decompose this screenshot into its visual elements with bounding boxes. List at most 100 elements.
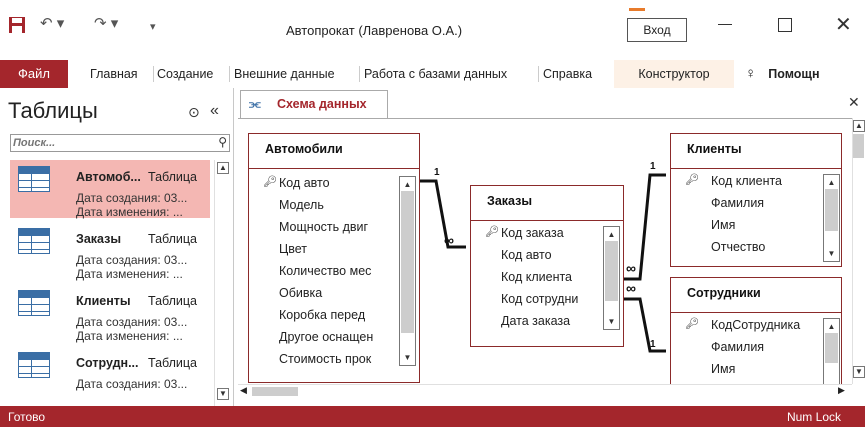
- navigation-pane: Таблицы ⊙ « ⚲ Автомоб... Таблица Дата со…: [0, 88, 234, 406]
- field-item[interactable]: Отчество: [671, 238, 819, 260]
- scroll-left-icon[interactable]: ◀: [240, 385, 247, 396]
- nav-item-staff[interactable]: Сотрудн... Таблица Дата создания: 03...: [10, 346, 210, 404]
- tab-design[interactable]: Конструктор: [614, 60, 734, 88]
- nav-scrollbar[interactable]: ▲ ▼: [214, 160, 231, 406]
- field-item[interactable]: Мощность двиг: [249, 218, 401, 240]
- scroll-down-icon[interactable]: ▼: [605, 315, 618, 328]
- table-icon: [18, 352, 50, 378]
- table-cars[interactable]: Автомобили 🔑︎ Код авто Модель Мощность дв…: [248, 133, 420, 383]
- canvas-horizontal-scrollbar[interactable]: ◀ ▶: [238, 384, 852, 397]
- table-orders[interactable]: Заказы 🔑︎ Код заказа Код авто Код клиента…: [470, 185, 624, 347]
- scroll-up-icon[interactable]: ▲: [853, 120, 865, 132]
- scroll-up-icon[interactable]: ▲: [825, 320, 838, 333]
- tab-database-tools[interactable]: Работа с базами данных: [364, 60, 507, 88]
- field-item[interactable]: Стоимость прок: [249, 350, 401, 372]
- status-text: Готово: [8, 410, 46, 424]
- table-icon: [18, 166, 50, 192]
- field-item[interactable]: Код авто: [471, 246, 601, 268]
- save-icon[interactable]: [8, 16, 26, 34]
- scroll-thumb[interactable]: [825, 333, 838, 363]
- field-name: Обивка: [279, 286, 323, 300]
- field-item[interactable]: Цвет: [249, 240, 401, 262]
- field-item[interactable]: Коробка перед: [249, 306, 401, 328]
- scroll-thumb[interactable]: [853, 134, 864, 158]
- scroll-thumb[interactable]: [401, 191, 414, 333]
- undo-icon[interactable]: ↶ ▾: [40, 15, 64, 33]
- scroll-right-icon[interactable]: ▶: [838, 385, 845, 396]
- title-bar: ↶ ▾ ↷ ▾ ▾ Автопрокат (Лавренова О.А.) Вх…: [0, 0, 865, 60]
- scroll-down-icon[interactable]: ▼: [825, 247, 838, 260]
- table-staff[interactable]: Сотрудники 🔑︎ КодСотрудника Фамилия Имя ▲: [670, 277, 842, 384]
- field-item[interactable]: Код клиента: [471, 268, 601, 290]
- field-item[interactable]: Фамилия: [671, 194, 819, 216]
- field-name: КодСотрудника: [711, 318, 801, 332]
- sign-in-button[interactable]: Вход: [627, 18, 687, 42]
- field-item[interactable]: Обивка: [249, 284, 401, 306]
- field-item[interactable]: 🔑︎ Код авто: [249, 174, 401, 196]
- field-name: Код клиента: [501, 270, 573, 284]
- field-name: Имя: [711, 218, 736, 232]
- field-item[interactable]: Имя: [671, 216, 819, 238]
- search-icon[interactable]: ⚲: [218, 135, 227, 149]
- nav-item-created: Дата создания: 03...: [76, 315, 188, 329]
- field-item[interactable]: Дата заказа: [471, 312, 601, 334]
- tell-me-box[interactable]: ♀ Помощн: [745, 60, 820, 88]
- field-scrollbar[interactable]: ▲: [823, 318, 840, 384]
- field-item[interactable]: Код сотрудни: [471, 290, 601, 312]
- tab-external-data[interactable]: Внешние данные: [234, 60, 335, 88]
- tab-help[interactable]: Справка: [543, 60, 592, 88]
- table-icon: [18, 228, 50, 254]
- scroll-thumb[interactable]: [252, 387, 298, 396]
- field-name: Код заказа: [501, 226, 564, 240]
- nav-item-cars[interactable]: Автомоб... Таблица Дата создания: 03... …: [10, 160, 210, 219]
- scroll-up-icon[interactable]: ▲: [605, 228, 618, 241]
- relation-cars-orders: [420, 179, 466, 249]
- scroll-down-icon[interactable]: ▼: [401, 351, 414, 364]
- tab-separator: [229, 66, 230, 82]
- field-item[interactable]: 🔑︎ Код заказа: [471, 224, 601, 246]
- nav-item-clients[interactable]: Клиенты Таблица Дата создания: 03... Дат…: [10, 284, 210, 343]
- scroll-thumb[interactable]: [605, 241, 618, 301]
- field-item[interactable]: Количество мес: [249, 262, 401, 284]
- search-input[interactable]: [13, 136, 203, 150]
- tab-relationships[interactable]: ⫘ Схема данных: [240, 90, 388, 118]
- field-item[interactable]: Другое оснащен: [249, 328, 401, 350]
- field-name: Цвет: [279, 242, 308, 256]
- minimize-icon[interactable]: [718, 24, 732, 25]
- field-item[interactable]: Фамилия: [671, 338, 819, 360]
- nav-search-box[interactable]: ⚲: [10, 134, 230, 152]
- customize-qat-icon[interactable]: ▾: [150, 18, 156, 36]
- scroll-up-icon[interactable]: ▲: [825, 176, 838, 189]
- nav-item-modified: Дата изменения: ...: [76, 205, 183, 219]
- collapse-pane-icon[interactable]: «: [210, 102, 219, 120]
- field-item[interactable]: Модель: [249, 196, 401, 218]
- field-scrollbar[interactable]: ▲ ▼: [399, 176, 416, 366]
- title-divider: [671, 312, 841, 313]
- field-item[interactable]: 🔑︎ КодСотрудника: [671, 316, 819, 338]
- nav-menu-icon[interactable]: ⊙: [188, 104, 200, 121]
- field-name: Код клиента: [711, 174, 783, 188]
- tab-separator: [359, 66, 360, 82]
- close-document-icon[interactable]: ✕: [848, 94, 860, 111]
- field-scrollbar[interactable]: ▲ ▼: [823, 174, 840, 262]
- relationships-canvas[interactable]: 1 ∞ ∞ 1 ∞ 1 Автомобили 🔑︎ Код авто Модель…: [238, 118, 852, 384]
- maximize-icon[interactable]: [778, 18, 792, 32]
- scroll-down-icon[interactable]: ▼: [217, 388, 229, 400]
- redo-icon[interactable]: ↷ ▾: [94, 15, 118, 33]
- tab-create[interactable]: Создание: [157, 60, 213, 88]
- tab-file[interactable]: Файл: [0, 60, 68, 88]
- tab-home[interactable]: Главная: [90, 60, 138, 88]
- nav-item-orders[interactable]: Заказы Таблица Дата создания: 03... Дата…: [10, 222, 210, 281]
- nav-item-name: Клиенты: [76, 294, 131, 308]
- close-icon[interactable]: ✕: [835, 12, 852, 37]
- scroll-up-icon[interactable]: ▲: [401, 178, 414, 191]
- field-item[interactable]: Имя: [671, 360, 819, 382]
- canvas-vertical-scrollbar[interactable]: ▲ ▼: [852, 118, 865, 384]
- scroll-down-icon[interactable]: ▼: [853, 366, 865, 378]
- table-clients[interactable]: Клиенты 🔑︎ Код клиента Фамилия Имя Отчест…: [670, 133, 842, 267]
- field-item[interactable]: 🔑︎ Код клиента: [671, 172, 819, 194]
- table-title: Сотрудники: [687, 286, 761, 300]
- scroll-thumb[interactable]: [825, 189, 838, 231]
- scroll-up-icon[interactable]: ▲: [217, 162, 229, 174]
- field-scrollbar[interactable]: ▲ ▼: [603, 226, 620, 330]
